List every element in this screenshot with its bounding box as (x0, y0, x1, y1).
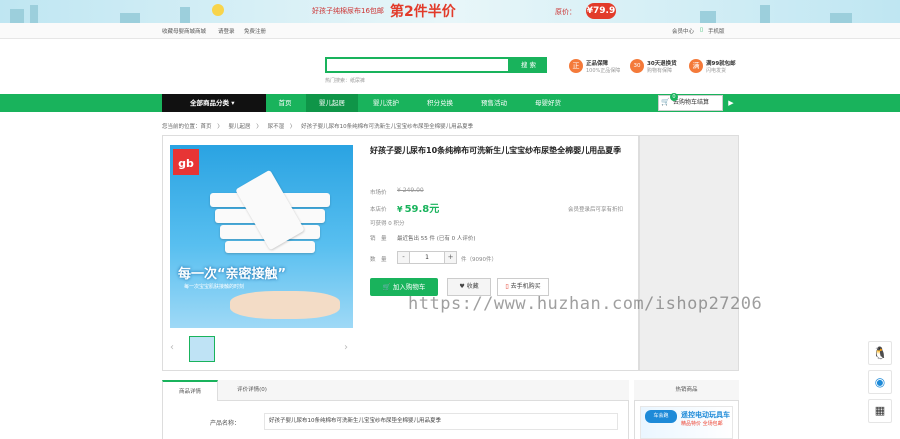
baby-photo (230, 291, 340, 319)
qty-plus-button[interactable]: + (444, 252, 456, 263)
register-link[interactable]: 免费注册 (244, 27, 266, 35)
sales-value: 最近售出 55 件 (已有 0 人评价) (397, 236, 476, 242)
cart-count-badge: 0 (670, 93, 678, 101)
thumb-prev-icon[interactable]: ‹ (170, 342, 174, 353)
quantity-stepper: - 1 + (397, 251, 457, 264)
banner-price-label: 原价： (555, 8, 576, 16)
heart-icon: ♥ (459, 283, 467, 290)
sales-label: 销 量 (370, 236, 387, 242)
thumb-next-icon[interactable]: › (344, 342, 348, 353)
points-text: 可获得 0 积分 (370, 221, 405, 227)
tab-reviews[interactable]: 评价详情(0) (222, 380, 282, 401)
breadcrumb-separator: 〉 (217, 124, 223, 130)
brand-logo: gb (173, 149, 199, 175)
our-price-label: 本店价 (370, 207, 387, 213)
banner-price-value: ¥79.9 (586, 3, 616, 19)
favorite-label: 收藏 (466, 283, 479, 290)
hot-product-title: 遥控电动玩具车 (681, 411, 730, 419)
stock-text: 件（9090件） (461, 257, 497, 263)
product-main-image[interactable]: 好孩子 gb 每一次“亲密接触” 每一次宝宝肌肤接触的时刻 (170, 145, 353, 328)
product-thumbnail[interactable] (189, 336, 215, 362)
service-icon[interactable]: ◉ (868, 370, 892, 394)
nav-item-baby-care[interactable]: 婴儿洗护 (360, 94, 412, 112)
guarantee-title: 正品保障 (586, 61, 609, 67)
currency-symbol: ¥ (397, 205, 403, 214)
banner-promo-text: 好孩子纯棉尿布16包邮 (312, 7, 384, 15)
guarantee-title: 满99就包邮 (706, 61, 736, 67)
hot-product-item[interactable]: 车会跑 遥控电动玩具车 精品特价 全场包邮 (640, 406, 733, 439)
guarantee-shipping: 满 满99就包邮 闪电发货 (689, 58, 749, 80)
hot-product-logo: 车会跑 (645, 410, 677, 423)
cart-label: 去购物车结算 (673, 99, 710, 106)
qq-icon[interactable]: 🐧 (868, 341, 892, 365)
mobile-buy-label: 去手机购买 (510, 283, 541, 290)
product-price: ¥59.8元 (397, 200, 439, 215)
guarantee-sub: 购物有保障 (647, 68, 673, 74)
all-categories-label: 全部商品分类 (190, 99, 229, 107)
product-name-value: 好孩子婴儿尿布10条纯棉布可洗新生儿宝宝纱布尿垫全棉婴儿用品夏季 (264, 413, 618, 430)
breadcrumb-home[interactable]: 您当前的位置：首页 (162, 124, 212, 130)
nav-item-baby-living[interactable]: 婴儿起居 (306, 94, 358, 112)
nav-item-presale[interactable]: 预售活动 (468, 94, 520, 112)
cart-icon: 🛒 (661, 98, 670, 106)
search-input[interactable] (325, 57, 510, 73)
hot-search: 热门搜索：纸尿裤 (325, 77, 365, 84)
all-categories-button[interactable]: 全部商品分类 ▾ (162, 94, 266, 112)
caret-down-icon: ▾ (231, 99, 235, 107)
breadcrumb-category[interactable]: 婴儿起居 (229, 124, 251, 130)
return-icon: 30 (630, 59, 644, 73)
price-value: 59.8元 (404, 204, 440, 215)
hot-search-word[interactable]: 纸尿裤 (350, 78, 365, 84)
nav-item-goods[interactable]: 母婴好货 (522, 94, 574, 112)
guarantee-genuine: 正 正品保障 100%正品保障 (569, 58, 629, 80)
breadcrumb-current: 好孩子婴儿尿布10条纯棉布可洗新生儿宝宝纱布尿垫全棉婴儿用品夏季 (301, 124, 474, 130)
market-price-label: 市场价 (370, 190, 387, 196)
banner-headline: 第2件半价 (390, 4, 456, 20)
product-title: 好孩子婴儿尿布10条纯棉布可洗新生儿宝宝纱布尿垫全棉婴儿用品夏季 (370, 146, 622, 155)
tab-details[interactable]: 商品详情 (162, 380, 218, 401)
login-link[interactable]: 请登录 (218, 27, 235, 35)
hot-search-label: 热门搜索： (325, 78, 351, 84)
login-discount-hint: 会员登录后可享有折扣 (568, 207, 624, 213)
breadcrumb-separator: 〉 (289, 124, 296, 130)
add-to-cart-label: 加入购物车 (392, 283, 426, 291)
hot-products-title: 热销商品 (634, 380, 739, 401)
image-subtext: 每一次宝宝肌肤接触的时刻 (184, 284, 245, 290)
market-price: ¥ 249.00 (397, 187, 424, 194)
nav-item-home[interactable]: 首页 (266, 94, 304, 112)
watermark-text: https://www.huzhan.com/ishop27206 (408, 294, 763, 314)
qty-input[interactable]: 1 (410, 252, 444, 263)
guarantee-sub: 100%正品保障 (586, 68, 621, 74)
favorite-site-link[interactable]: 收藏母婴商城商城 (162, 27, 206, 35)
image-slogan: 每一次“亲密接触” (178, 267, 287, 282)
top-bar: 收藏母婴商城商城 请登录 免费注册 会员中心 ▯ 手机版 (0, 23, 900, 39)
cart-icon: 🛒 (382, 283, 393, 291)
genuine-icon: 正 (569, 59, 583, 73)
qrcode-icon[interactable]: ▦ (868, 399, 892, 423)
qty-label: 数 量 (370, 257, 387, 263)
breadcrumb: 您当前的位置：首页 〉 婴儿起居 〉 尿不湿 〉 好孩子婴儿尿布10条纯棉布可洗… (162, 122, 477, 130)
member-center-link[interactable]: 会员中心 (672, 27, 694, 35)
search-button[interactable]: 搜 索 (510, 57, 547, 73)
breadcrumb-separator: 〉 (256, 124, 262, 130)
cart-arrow-button[interactable]: ▶ (723, 95, 739, 111)
nav-item-points[interactable]: 积分兑换 (414, 94, 466, 112)
mobile-icon: ▯ (700, 27, 704, 33)
hot-product-sub: 精品特价 全场包邮 (681, 421, 723, 427)
guarantee-return: 30 30天退换货 购物有保障 (630, 58, 690, 80)
sun-icon (212, 4, 224, 16)
promo-banner[interactable]: 好孩子纯棉尿布16包邮 第2件半价 原价： ¥79.9 (0, 0, 900, 23)
product-side-panel (639, 135, 739, 371)
mobile-link[interactable]: 手机版 (708, 27, 725, 35)
product-name-label: 产品名称： (210, 420, 241, 427)
breadcrumb-subcategory[interactable]: 尿不湿 (268, 124, 285, 130)
qty-minus-button[interactable]: - (398, 252, 410, 263)
shipping-icon: 满 (689, 59, 703, 73)
guarantee-sub: 闪电发货 (706, 68, 727, 74)
guarantee-title: 30天退换货 (647, 61, 677, 67)
